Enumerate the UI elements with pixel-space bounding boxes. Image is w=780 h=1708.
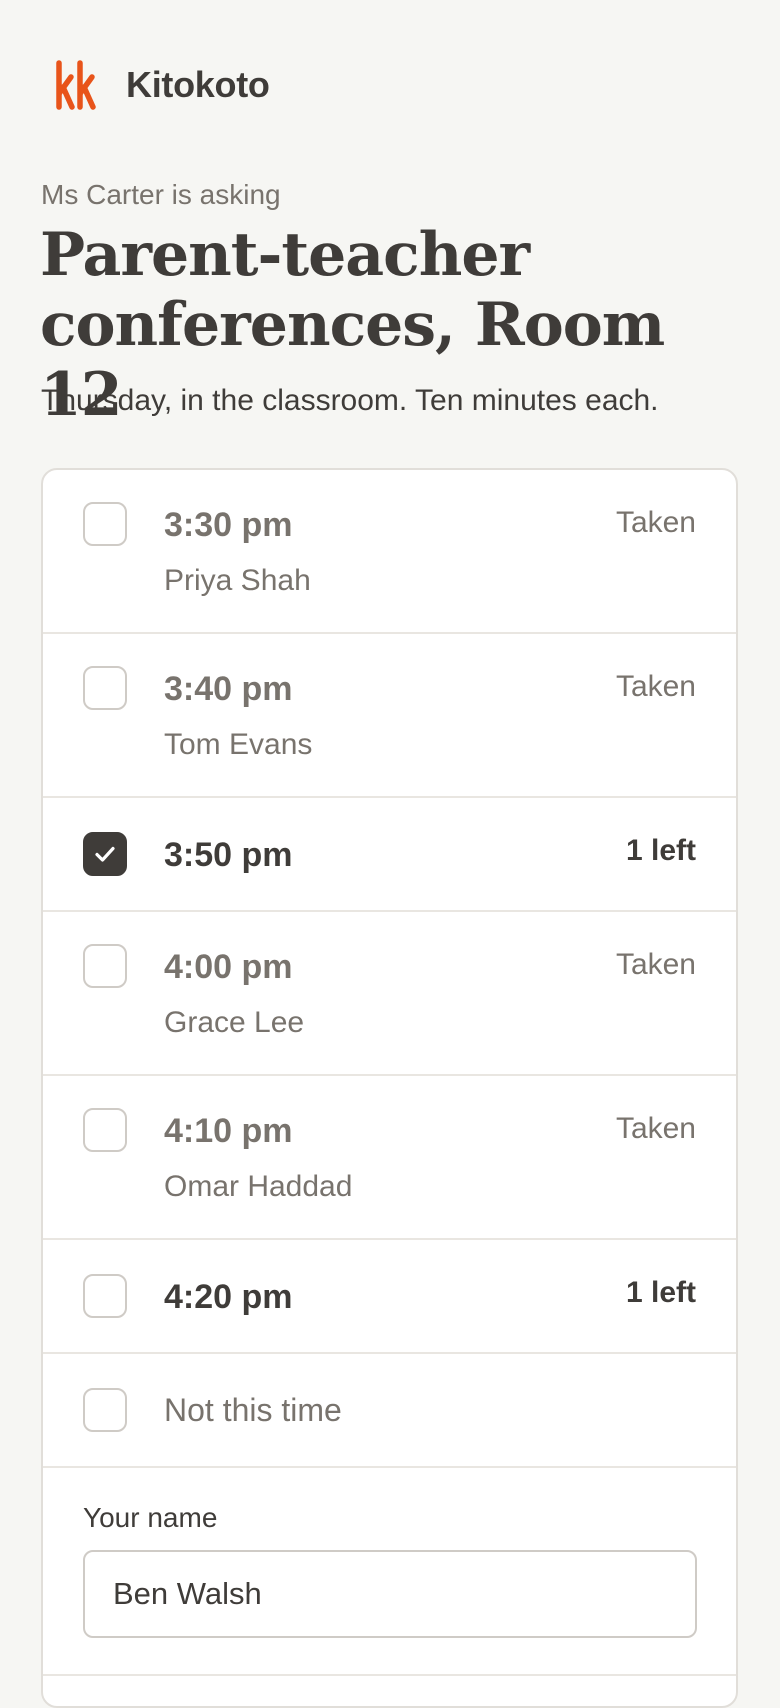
slot-checkbox[interactable] xyxy=(83,1274,127,1318)
slot-checkbox-checked[interactable] xyxy=(83,832,127,876)
name-section: Your name xyxy=(43,1468,736,1676)
asker-line: Ms Carter is asking xyxy=(41,179,281,210)
app-header: Kitokoto xyxy=(54,58,270,112)
slot-checkbox[interactable] xyxy=(83,502,127,546)
slot-status: 1 left xyxy=(625,834,696,867)
slot-status: Taken xyxy=(615,670,696,703)
slot-option-410[interactable]: 4:10 pm Taken Omar Haddad xyxy=(43,1076,736,1240)
name-field-label: Your name xyxy=(83,1502,218,1533)
checkmark-icon xyxy=(95,846,115,862)
slot-option-400[interactable]: 4:00 pm Taken Grace Lee xyxy=(43,912,736,1076)
slot-checkbox[interactable] xyxy=(83,1108,127,1152)
slot-status: Taken xyxy=(615,1112,696,1145)
slot-status: 1 left xyxy=(625,1276,696,1309)
slot-status: Taken xyxy=(615,948,696,981)
slot-time: 4:00 pm xyxy=(164,948,293,986)
slot-taken-by: Omar Haddad xyxy=(164,1170,353,1203)
slot-taken-by: Tom Evans xyxy=(164,728,313,761)
not-this-time-option[interactable]: Not this time xyxy=(43,1354,736,1468)
slot-checkbox[interactable] xyxy=(83,944,127,988)
not-this-time-label: Not this time xyxy=(164,1392,342,1428)
slot-time: 3:30 pm xyxy=(164,506,293,544)
slot-status: Taken xyxy=(615,506,696,539)
slot-time: 4:10 pm xyxy=(164,1112,293,1150)
slot-picker-card: 3:30 pm Taken Priya Shah 3:40 pm Taken T… xyxy=(41,468,738,1708)
slot-taken-by: Grace Lee xyxy=(164,1006,305,1039)
brand-name: Kitokoto xyxy=(126,64,270,105)
slot-time: 3:50 pm xyxy=(164,836,293,874)
name-field[interactable] xyxy=(83,1550,697,1638)
slot-checkbox[interactable] xyxy=(83,666,127,710)
kitokoto-logo-icon xyxy=(56,60,96,110)
slot-option-330[interactable]: 3:30 pm Taken Priya Shah xyxy=(43,470,736,634)
slot-option-350[interactable]: 3:50 pm 1 left xyxy=(43,798,736,912)
slot-time: 3:40 pm xyxy=(164,670,293,708)
event-description: Thursday, in the classroom. Ten minutes … xyxy=(41,384,659,417)
slot-option-340[interactable]: 3:40 pm Taken Tom Evans xyxy=(43,634,736,798)
slot-taken-by: Priya Shah xyxy=(164,564,311,597)
slot-time: 4:20 pm xyxy=(164,1278,293,1316)
not-this-time-checkbox[interactable] xyxy=(83,1388,127,1432)
slot-option-420[interactable]: 4:20 pm 1 left xyxy=(43,1240,736,1354)
